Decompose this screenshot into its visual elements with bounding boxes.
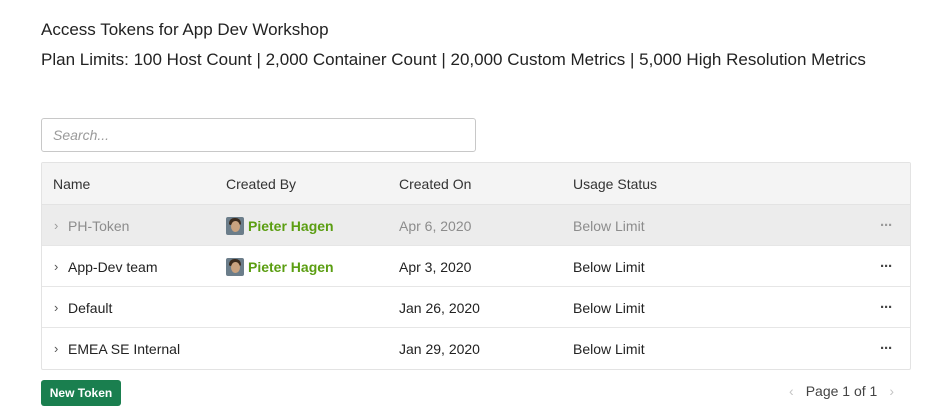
user-link[interactable]: Pieter Hagen xyxy=(248,205,334,247)
table-row[interactable]: › PH-Token Pieter Hagen Apr 6, 2020 Belo… xyxy=(42,205,910,246)
more-options-icon[interactable]: ··· xyxy=(880,328,893,369)
new-token-button[interactable]: New Token xyxy=(41,380,121,406)
expand-chevron-icon[interactable]: › xyxy=(54,328,58,369)
column-header-created-on[interactable]: Created On xyxy=(399,163,471,205)
more-options-icon[interactable]: ··· xyxy=(880,246,893,287)
created-by-cell: Pieter Hagen xyxy=(226,246,334,287)
created-on: Apr 3, 2020 xyxy=(399,259,472,275)
usage-status: Below Limit xyxy=(573,341,645,357)
created-on: Apr 6, 2020 xyxy=(399,218,472,234)
expand-chevron-icon[interactable]: › xyxy=(54,205,58,246)
page-title: Access Tokens for App Dev Workshop xyxy=(41,20,329,39)
created-on: Jan 29, 2020 xyxy=(399,341,480,357)
avatar xyxy=(226,216,244,235)
table-row[interactable]: › App-Dev team Pieter Hagen Apr 3, 2020 … xyxy=(42,246,910,287)
tokens-table: Name Created By Created On Usage Status … xyxy=(41,162,911,370)
column-header-name[interactable]: Name xyxy=(53,163,90,205)
column-header-created-by[interactable]: Created By xyxy=(226,163,296,205)
expand-chevron-icon[interactable]: › xyxy=(54,287,58,328)
pagination: ‹ Page 1 of 1 › xyxy=(789,381,894,401)
created-by-cell: Pieter Hagen xyxy=(226,205,334,246)
token-name: App-Dev team xyxy=(68,259,158,275)
table-row[interactable]: › Default Jan 26, 2020 Below Limit ··· xyxy=(42,287,910,328)
avatar xyxy=(226,257,244,276)
more-options-icon[interactable]: ··· xyxy=(880,205,893,246)
page-indicator: Page 1 of 1 xyxy=(805,383,878,399)
usage-status: Below Limit xyxy=(573,218,645,234)
usage-status: Below Limit xyxy=(573,259,645,275)
token-name: EMEA SE Internal xyxy=(68,341,181,357)
token-name: Default xyxy=(68,300,113,316)
previous-page-icon[interactable]: ‹ xyxy=(789,383,794,399)
usage-status: Below Limit xyxy=(573,300,645,316)
expand-chevron-icon[interactable]: › xyxy=(54,246,58,287)
created-on: Jan 26, 2020 xyxy=(399,300,480,316)
table-row[interactable]: › EMEA SE Internal Jan 29, 2020 Below Li… xyxy=(42,328,910,369)
next-page-icon[interactable]: › xyxy=(889,383,894,399)
user-link[interactable]: Pieter Hagen xyxy=(248,246,334,288)
plan-limits: Plan Limits: 100 Host Count | 2,000 Cont… xyxy=(41,50,866,69)
column-header-usage-status[interactable]: Usage Status xyxy=(573,163,657,205)
more-options-icon[interactable]: ··· xyxy=(880,287,893,328)
search-input[interactable] xyxy=(41,118,476,152)
table-header: Name Created By Created On Usage Status xyxy=(42,163,910,205)
token-name: PH-Token xyxy=(68,218,130,234)
